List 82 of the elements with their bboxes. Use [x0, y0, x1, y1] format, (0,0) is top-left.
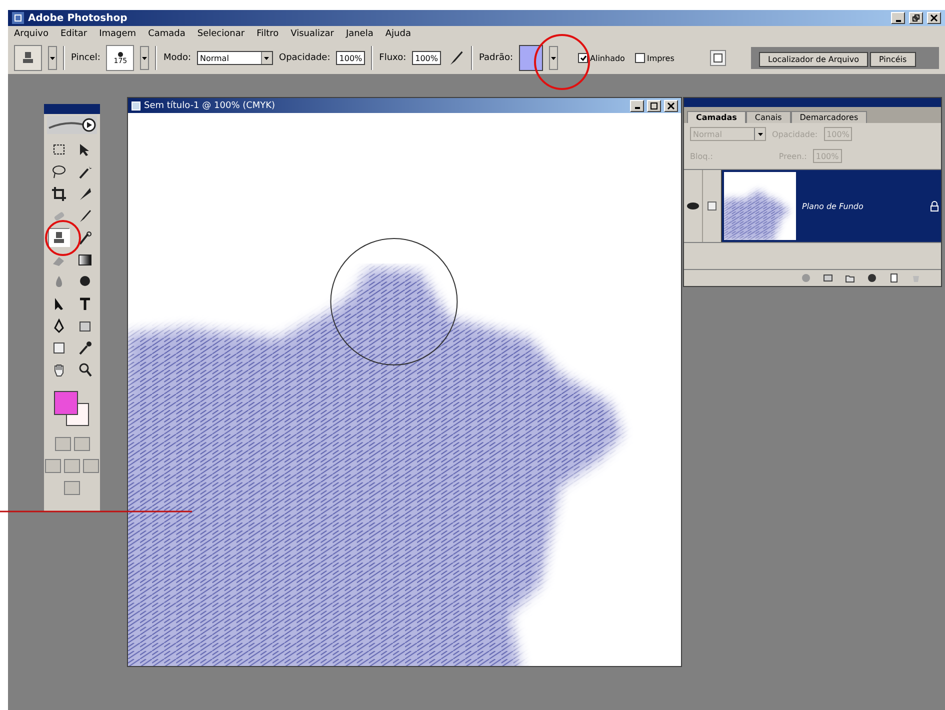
restore-button[interactable]	[909, 12, 923, 24]
zoom-icon	[77, 362, 93, 378]
type-icon	[77, 296, 93, 312]
dropdown-arrow-button[interactable]	[48, 46, 57, 70]
menu-item[interactable]: Filtro	[256, 29, 279, 39]
mask-icon[interactable]	[823, 273, 833, 283]
opacity-field[interactable]: 100%	[336, 51, 366, 65]
tool-preset-picker[interactable]	[14, 45, 42, 71]
background-color-swatch[interactable]	[66, 403, 89, 426]
adjustment-icon[interactable]	[867, 273, 877, 283]
stamp-icon	[20, 50, 36, 66]
menu-item[interactable]: Camada	[148, 29, 186, 39]
window-title: Adobe Photoshop	[28, 12, 128, 24]
crop-icon	[51, 186, 67, 202]
palette-tab[interactable]: Localizador de Arquivo	[759, 52, 868, 67]
menu-item[interactable]: Visualizar	[290, 29, 334, 39]
flow-field[interactable]: 100%	[412, 51, 441, 65]
note-icon	[51, 340, 67, 356]
menu-item[interactable]: Imagem	[99, 29, 136, 39]
maximize-button[interactable]	[647, 100, 661, 112]
menu-item[interactable]: Janela	[346, 29, 374, 39]
close-button[interactable]	[927, 12, 941, 24]
dropdown-arrow-button[interactable]	[140, 46, 150, 70]
minimize-icon	[634, 107, 640, 109]
folder-icon[interactable]	[845, 273, 855, 283]
quick-mask-button[interactable]	[74, 437, 90, 451]
mode-select[interactable]: Normal	[196, 51, 273, 65]
tool-button[interactable]	[48, 228, 70, 247]
pattern-swatch[interactable]	[519, 45, 544, 71]
document-title: Sem título-1 @ 100% (CMYK)	[144, 100, 276, 110]
caret-icon	[758, 132, 762, 136]
menu-item[interactable]: Arquivo	[14, 29, 48, 39]
gradient-icon	[77, 252, 93, 268]
minimize-icon	[896, 20, 900, 22]
history-brush-icon	[77, 230, 93, 246]
flow-label: Fluxo:	[379, 53, 406, 63]
checkbox[interactable]	[578, 53, 588, 63]
mode-label: Modo:	[163, 53, 191, 63]
palette-icon[interactable]	[710, 50, 726, 66]
checkbox-label: Alinhado	[590, 54, 625, 62]
standard-mode-button[interactable]	[54, 437, 70, 451]
caret-icon	[551, 56, 556, 60]
annotation-circle	[532, 32, 592, 92]
minimize-button[interactable]	[891, 12, 905, 24]
feather-logo-icon[interactable]	[47, 116, 97, 134]
panel-tab[interactable]: Canais	[746, 111, 791, 123]
eyedropper-icon	[77, 340, 93, 356]
caret-icon	[142, 56, 148, 60]
minimize-button[interactable]	[630, 100, 644, 112]
close-icon	[930, 14, 938, 22]
stamp-icon	[51, 230, 67, 246]
document-icon	[131, 100, 141, 110]
close-button[interactable]	[664, 100, 678, 112]
panel-tab[interactable]: Demarcadores	[790, 111, 868, 123]
menu-item[interactable]: Selecionar	[197, 29, 245, 39]
knife-icon	[77, 186, 93, 202]
app-icon	[12, 12, 24, 24]
brush-label: Pincel:	[71, 53, 100, 63]
foreground-color-swatch[interactable]	[54, 391, 78, 415]
close-icon	[667, 102, 675, 110]
pen-icon	[51, 318, 67, 334]
maximize-icon	[650, 102, 658, 110]
opacity-label: Opacidade:	[278, 53, 330, 63]
restore-icon	[912, 14, 920, 22]
wand-icon	[77, 164, 93, 180]
eye-icon[interactable]	[687, 202, 699, 210]
pattern-label: Padrão:	[479, 53, 514, 63]
annotation-circle	[43, 218, 83, 258]
lasso-icon	[51, 164, 67, 180]
layer-name: Plano de Fundo	[802, 202, 864, 210]
checkbox-label: Impres	[646, 54, 674, 62]
menu-item[interactable]: Editar	[60, 29, 88, 39]
dropdown-arrow-button[interactable]	[549, 46, 558, 70]
palette-tab[interactable]: Pincéis	[870, 52, 916, 67]
panel-tab[interactable]: Camadas	[687, 111, 746, 123]
caret-icon	[264, 56, 270, 60]
layer-row[interactable]: Plano de Fundo	[722, 170, 941, 242]
checkbox[interactable]	[634, 53, 645, 63]
marquee-icon	[51, 142, 67, 158]
caret-icon	[50, 56, 55, 60]
new-layer-icon[interactable]	[889, 273, 899, 283]
menu-item[interactable]: Ajuda	[385, 29, 411, 39]
